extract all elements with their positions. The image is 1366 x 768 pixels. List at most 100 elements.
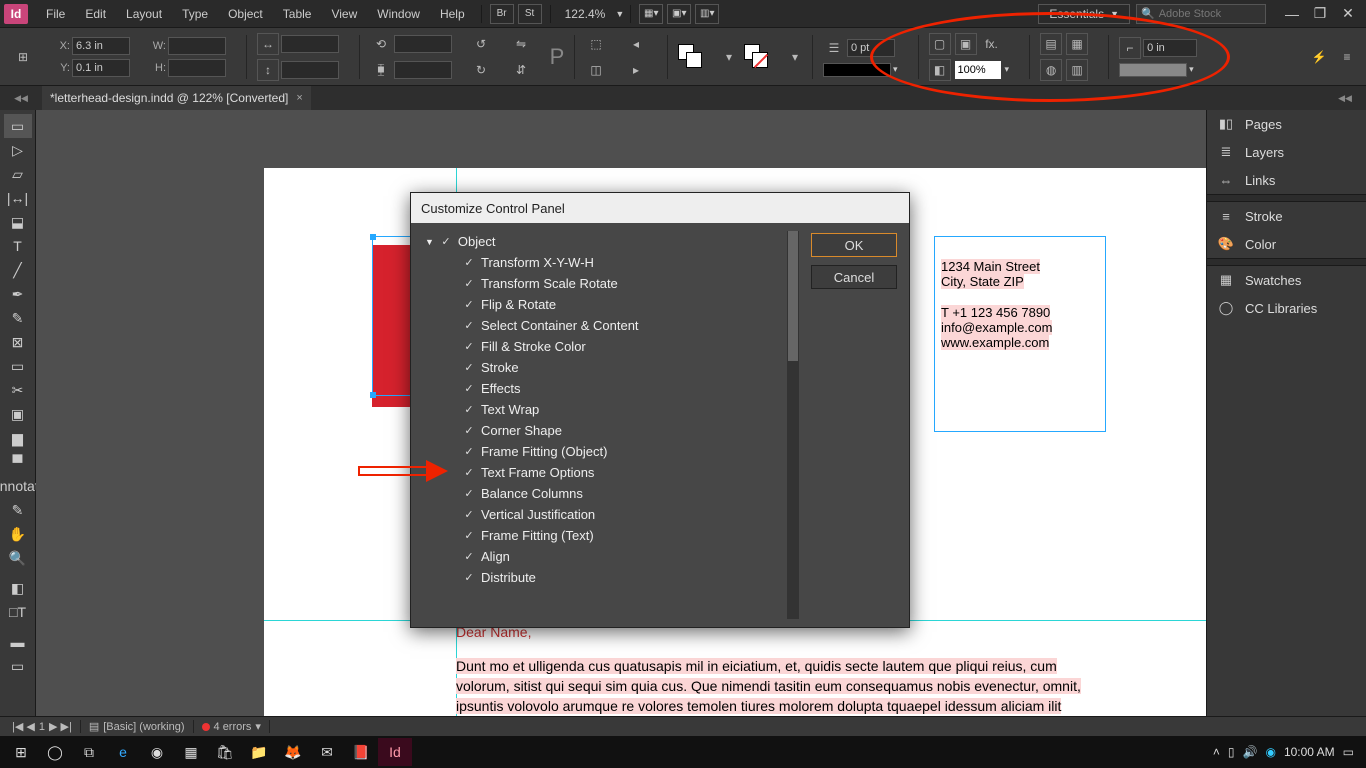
- check-icon[interactable]: [463, 257, 475, 269]
- rotate-field[interactable]: [394, 35, 452, 53]
- corner-icon[interactable]: ⌐: [1119, 37, 1141, 59]
- select-content-icon[interactable]: ◫: [585, 59, 607, 81]
- rotate-cw-icon[interactable]: ↻: [470, 59, 492, 81]
- window-minimize[interactable]: —: [1278, 4, 1306, 24]
- ok-button[interactable]: OK: [811, 233, 897, 257]
- store-icon[interactable]: 🛍: [208, 738, 242, 766]
- check-icon[interactable]: [463, 362, 475, 374]
- check-icon[interactable]: [463, 299, 475, 311]
- check-icon[interactable]: [463, 425, 475, 437]
- screen-mode-toggle[interactable]: ▬: [4, 630, 32, 654]
- cancel-button[interactable]: Cancel: [811, 265, 897, 289]
- menu-help[interactable]: Help: [430, 0, 475, 28]
- indesign-taskbar-icon[interactable]: Id: [378, 738, 412, 766]
- shear-field[interactable]: [394, 61, 452, 79]
- stroke-weight-field[interactable]: [847, 39, 895, 57]
- panel-stroke[interactable]: ≡Stroke: [1207, 202, 1366, 230]
- gradient-swatch-tool[interactable]: ▆: [4, 426, 32, 450]
- hand-tool[interactable]: ✋: [4, 522, 32, 546]
- rectangle-tool[interactable]: ▭: [4, 354, 32, 378]
- direct-selection-tool[interactable]: ▷: [4, 138, 32, 162]
- check-icon[interactable]: [463, 572, 475, 584]
- select-container-icon[interactable]: ⬚: [585, 33, 607, 55]
- object-style[interactable]: ▤ [Basic] (working): [81, 720, 194, 733]
- tree-item[interactable]: Distribute: [419, 567, 799, 588]
- pen-tool[interactable]: ✒: [4, 282, 32, 306]
- scale-x-field[interactable]: [281, 35, 339, 53]
- calculator-icon[interactable]: ▦: [174, 738, 208, 766]
- menu-table[interactable]: Table: [273, 0, 322, 28]
- view-mode-toggle[interactable]: ▭: [4, 654, 32, 678]
- page-nav[interactable]: |◀ ◀ 1 ▶ ▶|: [4, 720, 81, 733]
- window-restore[interactable]: ❐: [1306, 4, 1334, 24]
- eyedropper-tool[interactable]: ✎: [4, 498, 32, 522]
- tree-item[interactable]: Stroke: [419, 357, 799, 378]
- stroke-style[interactable]: [823, 63, 891, 77]
- tree-group-object[interactable]: ▼Object: [419, 231, 799, 252]
- control-menu-icon[interactable]: ≡: [1336, 46, 1358, 68]
- view-options-icon[interactable]: ▦▾: [639, 4, 663, 24]
- chrome-icon[interactable]: ◉: [140, 738, 174, 766]
- address-text-frame[interactable]: 1234 Main Street City, State ZIP T +1 12…: [934, 236, 1106, 432]
- edge-icon[interactable]: e: [106, 738, 140, 766]
- reference-point-icon[interactable]: ⊞: [12, 46, 34, 68]
- firefox-icon[interactable]: 🦊: [276, 738, 310, 766]
- menu-layout[interactable]: Layout: [116, 0, 172, 28]
- check-icon[interactable]: [463, 551, 475, 563]
- tree-item[interactable]: Vertical Justification: [419, 504, 799, 525]
- menu-edit[interactable]: Edit: [75, 0, 116, 28]
- panel-collapse-right[interactable]: ◀◀: [1324, 86, 1366, 110]
- explorer-icon[interactable]: 📁: [242, 738, 276, 766]
- scrollbar[interactable]: [787, 231, 799, 619]
- panel-links[interactable]: ⇔Links: [1207, 166, 1366, 194]
- select-next-icon[interactable]: ▸: [625, 59, 647, 81]
- menu-object[interactable]: Object: [218, 0, 273, 28]
- x-field[interactable]: [72, 37, 130, 55]
- rotate-ccw-icon[interactable]: ↺: [470, 33, 492, 55]
- fill-dropdown-icon[interactable]: ▾: [718, 46, 740, 68]
- opacity-field[interactable]: 100%: [955, 61, 1001, 79]
- menu-view[interactable]: View: [321, 0, 367, 28]
- gradient-feather-tool[interactable]: ▀: [4, 450, 32, 474]
- check-icon[interactable]: [463, 488, 475, 500]
- w-field[interactable]: [168, 37, 226, 55]
- close-tab-icon[interactable]: ×: [296, 92, 302, 104]
- task-view-icon[interactable]: ⧉: [72, 738, 106, 766]
- panel-collapse-left[interactable]: ◀◀: [0, 86, 42, 110]
- tree-item[interactable]: Select Container & Content: [419, 315, 799, 336]
- corner-style[interactable]: [1119, 63, 1187, 77]
- document-tab[interactable]: *letterhead-design.indd @ 122% [Converte…: [42, 86, 311, 110]
- check-icon[interactable]: [463, 530, 475, 542]
- h-field[interactable]: [168, 59, 226, 77]
- bridge-icon[interactable]: Br: [490, 4, 514, 24]
- clock[interactable]: 10:00 AM: [1284, 745, 1335, 759]
- preflight[interactable]: 4 errors ▾: [194, 720, 270, 733]
- window-close[interactable]: ✕: [1334, 4, 1362, 24]
- tree-item[interactable]: Transform X-Y-W-H: [419, 252, 799, 273]
- check-icon[interactable]: [463, 446, 475, 458]
- check-icon[interactable]: [463, 320, 475, 332]
- check-icon[interactable]: [463, 509, 475, 521]
- options-tree[interactable]: ▼Object Transform X-Y-W-H Transform Scal…: [411, 223, 799, 627]
- tree-item[interactable]: Balance Columns: [419, 483, 799, 504]
- check-icon[interactable]: [463, 383, 475, 395]
- color-mode-toggle[interactable]: □T: [4, 600, 32, 624]
- tree-item[interactable]: Corner Shape: [419, 420, 799, 441]
- select-prev-icon[interactable]: ◂: [625, 33, 647, 55]
- page-tool[interactable]: ▱: [4, 162, 32, 186]
- panel-pages[interactable]: ▮▯Pages: [1207, 110, 1366, 138]
- stroke-dropdown-icon[interactable]: ▾: [784, 46, 806, 68]
- menu-type[interactable]: Type: [172, 0, 218, 28]
- arrange-icon[interactable]: ▥▾: [695, 4, 719, 24]
- fx-icon[interactable]: fx.: [981, 33, 1003, 55]
- stock-icon[interactable]: St: [518, 4, 542, 24]
- check-icon[interactable]: [463, 404, 475, 416]
- network-icon[interactable]: ◉: [1265, 745, 1275, 759]
- drop-shadow-icon[interactable]: ▢: [929, 33, 951, 55]
- textwrap-none-icon[interactable]: ▤: [1040, 33, 1062, 55]
- tree-item[interactable]: Text Frame Options: [419, 462, 799, 483]
- flip-v-icon[interactable]: ⇵: [510, 59, 532, 81]
- scissors-tool[interactable]: ✂: [4, 378, 32, 402]
- workspace-switcher[interactable]: Essentials▼: [1038, 4, 1130, 24]
- corner-field[interactable]: [1143, 39, 1197, 57]
